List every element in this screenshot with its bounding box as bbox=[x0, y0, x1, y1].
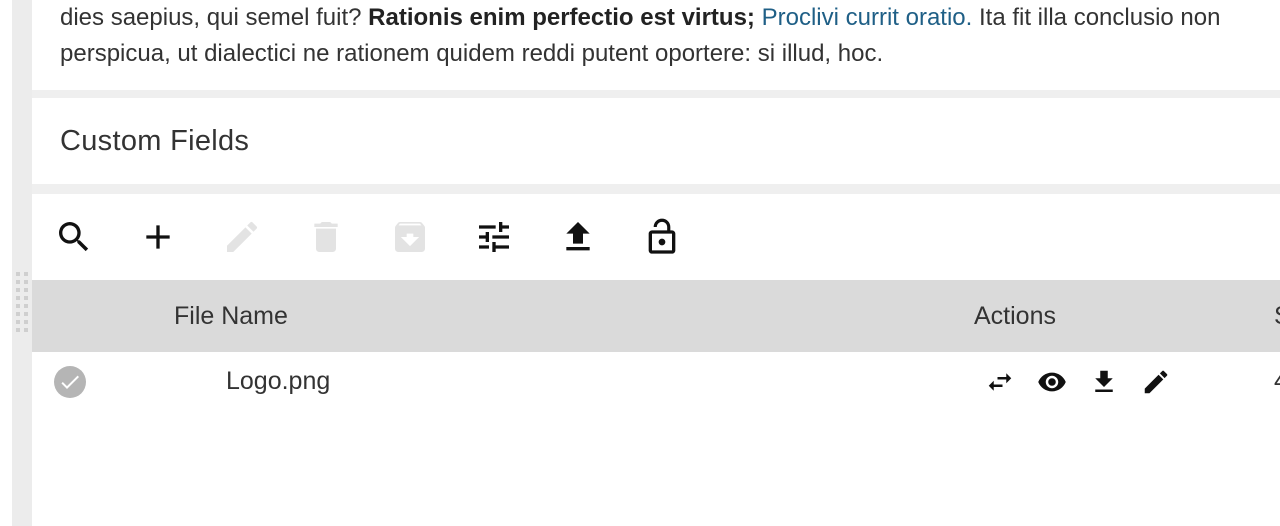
check-icon bbox=[61, 375, 79, 389]
panel-divider bbox=[12, 0, 32, 526]
article-text-end: Ita fit illa conclusio non bbox=[972, 4, 1221, 31]
grid-toolbar bbox=[32, 194, 1280, 281]
archive-button[interactable] bbox=[388, 215, 432, 259]
column-header-actions[interactable]: Actions bbox=[974, 300, 1056, 332]
download-icon bbox=[1095, 370, 1113, 392]
custom-fields-header: Custom Fields bbox=[32, 98, 1280, 184]
download-file-button[interactable] bbox=[1086, 364, 1122, 400]
article-text-card: dies saepius, qui semel fuit? Rationis e… bbox=[32, 0, 1280, 90]
files-grid-panel: File Name Actions S Logo.png 4 bbox=[32, 194, 1280, 526]
table-row[interactable]: Logo.png 4 bbox=[32, 352, 1280, 412]
column-header-file-name[interactable]: File Name bbox=[174, 300, 288, 332]
plus-icon bbox=[146, 225, 170, 249]
left-rail bbox=[0, 0, 12, 526]
column-settings-button[interactable] bbox=[472, 215, 516, 259]
edit-file-button[interactable] bbox=[1138, 364, 1174, 400]
pencil-icon bbox=[227, 221, 258, 252]
search-icon bbox=[59, 222, 89, 252]
edit-button[interactable] bbox=[220, 215, 264, 259]
article-text: dies saepius, qui semel fuit? bbox=[60, 4, 369, 31]
file-name-cell: Logo.png bbox=[226, 367, 331, 395]
delete-button[interactable] bbox=[304, 215, 348, 259]
preview-file-button[interactable] bbox=[1034, 364, 1070, 400]
custom-fields-title: Custom Fields bbox=[60, 125, 250, 157]
row-select-checkbox[interactable] bbox=[54, 366, 86, 398]
pencil-icon bbox=[1144, 370, 1168, 394]
unlock-icon bbox=[648, 218, 676, 254]
eye-icon bbox=[1038, 372, 1066, 392]
add-button[interactable] bbox=[136, 215, 180, 259]
article-link[interactable]: Proclivi currit oratio. bbox=[762, 4, 973, 31]
grid-header-row: File Name Actions S bbox=[32, 280, 1280, 352]
upload-icon bbox=[566, 222, 590, 251]
replace-file-button[interactable] bbox=[982, 364, 1018, 400]
column-header-size[interactable]: S bbox=[1274, 300, 1280, 332]
article-line-1: dies saepius, qui semel fuit? Rationis e… bbox=[60, 0, 1280, 36]
archive-icon bbox=[395, 222, 425, 252]
sliders-icon bbox=[479, 222, 509, 252]
file-size-cell: 4 bbox=[1274, 364, 1280, 398]
article-line-2: perspicua, ut dialectici ne rationem qui… bbox=[60, 40, 884, 67]
upload-button[interactable] bbox=[556, 215, 600, 259]
search-button[interactable] bbox=[52, 215, 96, 259]
swap-icon bbox=[988, 373, 1012, 391]
article-bold-text: Rationis enim perfectio est virtus; bbox=[368, 4, 755, 31]
drag-handle[interactable] bbox=[16, 272, 30, 332]
unlock-button[interactable] bbox=[640, 215, 684, 259]
trash-icon bbox=[314, 222, 338, 252]
